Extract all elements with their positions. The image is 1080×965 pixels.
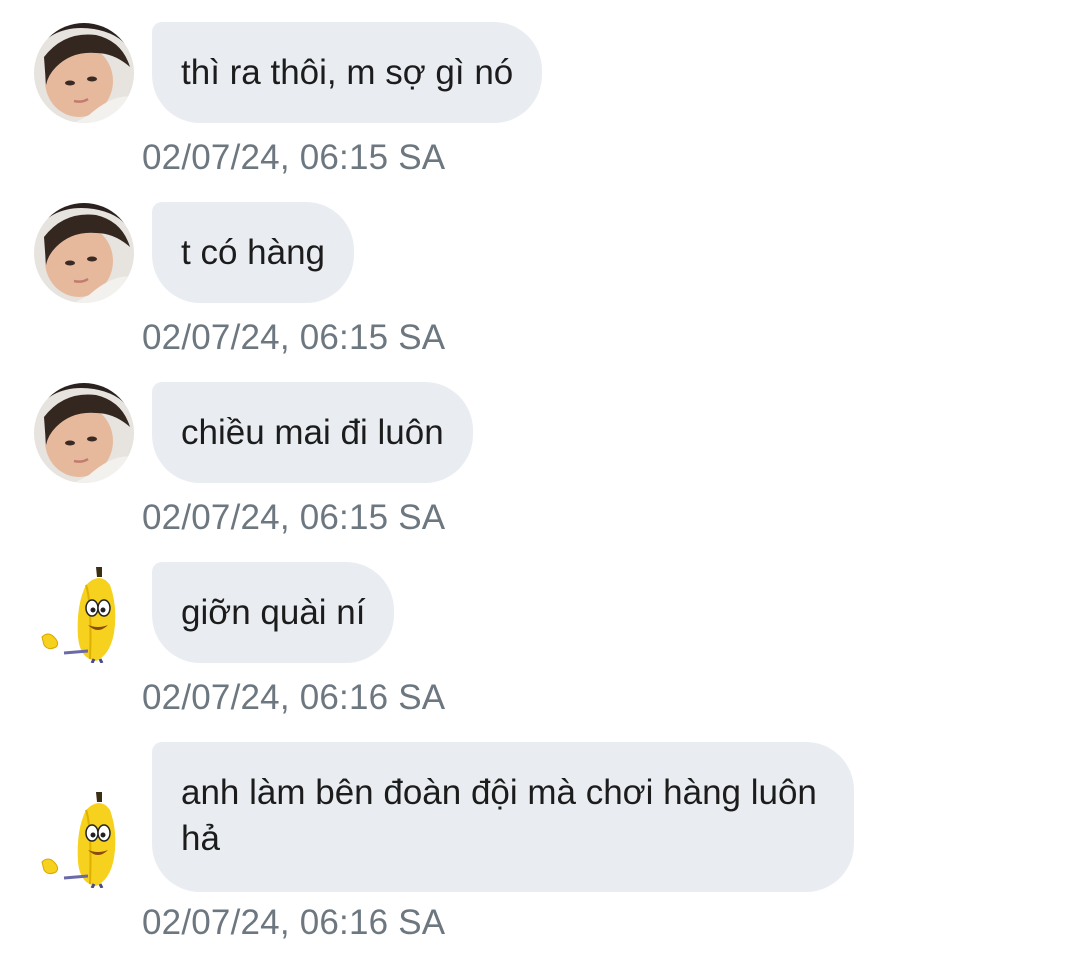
message-row: giỡn quài ní 02/07/24, 06:16 SA [0,562,1080,722]
message-bubble[interactable]: giỡn quài ní [152,562,395,663]
message-row: thì ra thôi, m sợ gì nó 02/07/24, 06:15 … [0,22,1080,182]
banana-cartoon-avatar-icon[interactable] [34,563,134,663]
message-timestamp: 02/07/24, 06:16 SA [142,678,446,717]
chat-thread: thì ra thôi, m sợ gì nó 02/07/24, 06:15 … [0,0,1080,965]
message-timestamp: 02/07/24, 06:15 SA [142,138,446,177]
message-timestamp: 02/07/24, 06:15 SA [142,318,446,357]
message-bubble[interactable]: chiều mai đi luôn [152,382,473,483]
message-bubble[interactable]: t có hàng [152,202,354,303]
message-bubble[interactable]: thì ra thôi, m sợ gì nó [152,22,543,123]
person-photo-avatar-icon[interactable] [34,23,134,123]
message-bubble[interactable]: anh làm bên đoàn đội mà chơi hàng luôn h… [152,742,854,892]
person-photo-avatar-icon[interactable] [34,203,134,303]
message-timestamp: 02/07/24, 06:15 SA [142,498,446,537]
message-row: chiều mai đi luôn 02/07/24, 06:15 SA [0,382,1080,542]
message-row: t có hàng 02/07/24, 06:15 SA [0,202,1080,362]
person-photo-avatar-icon[interactable] [34,383,134,483]
banana-cartoon-avatar-icon[interactable] [34,788,134,888]
message-row: anh làm bên đoàn đội mà chơi hàng luôn h… [0,742,1080,952]
message-timestamp: 02/07/24, 06:16 SA [142,903,446,942]
